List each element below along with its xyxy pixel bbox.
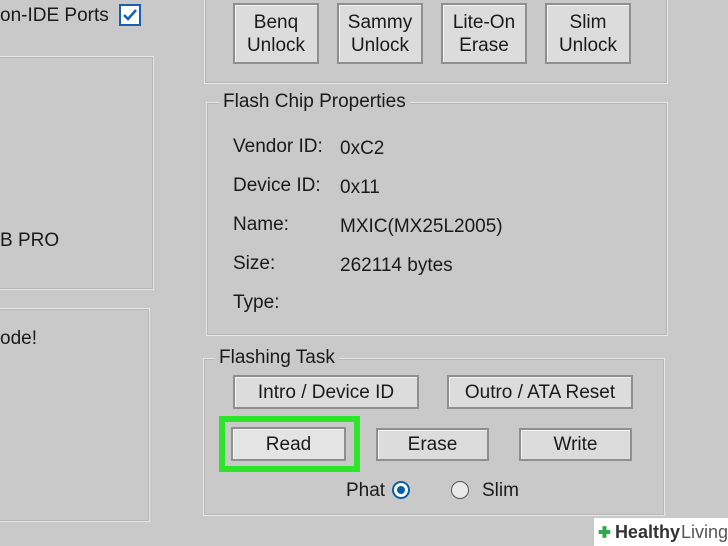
sammy-unlock-button[interactable]: Sammy Unlock [337, 3, 423, 64]
benq-unlock-button[interactable]: Benq Unlock [233, 3, 319, 64]
liteon-erase-button[interactable]: Lite-On Erase [441, 3, 527, 64]
watermark: Healthy Living [594, 518, 728, 546]
name-label: Name: [233, 214, 289, 235]
write-button[interactable]: Write [519, 428, 632, 461]
radio-slim[interactable] [451, 481, 469, 499]
outro-ata-reset-button[interactable]: Outro / ATA Reset [447, 375, 633, 409]
device-id-value: 0x11 [340, 177, 380, 198]
plus-logo-icon [598, 526, 611, 538]
checkmark-icon [123, 9, 137, 21]
read-button[interactable]: Read [231, 427, 346, 461]
erase-button[interactable]: Erase [376, 428, 489, 461]
size-label: Size: [233, 253, 276, 274]
watermark-brand-suffix: Living [680, 521, 728, 542]
radio-phat-label: Phat [346, 480, 386, 501]
slim-unlock-button[interactable]: Slim Unlock [545, 3, 631, 64]
size-value: 262114 bytes [340, 255, 453, 276]
status-message: ode! [0, 328, 37, 349]
flashing-task-title: Flashing Task [215, 347, 339, 369]
watermark-brand: Healthy [614, 521, 680, 542]
device-info-panel [0, 56, 154, 290]
vendor-id-label: Vendor ID: [233, 136, 323, 157]
radio-phat[interactable] [392, 481, 410, 499]
vendor-id-value: 0xC2 [340, 138, 385, 159]
radio-slim-label: Slim [482, 480, 519, 501]
ide-ports-label: on-IDE Ports [0, 5, 109, 26]
flash-chip-properties-title: Flash Chip Properties [219, 91, 410, 113]
intro-device-id-button[interactable]: Intro / Device ID [233, 375, 419, 409]
ide-ports-checkbox[interactable] [119, 4, 141, 26]
type-label: Type: [233, 292, 280, 313]
device-id-label: Device ID: [233, 175, 321, 196]
device-model-text: B PRO [0, 230, 60, 251]
name-value: MXIC(MX25L2005) [340, 216, 503, 237]
